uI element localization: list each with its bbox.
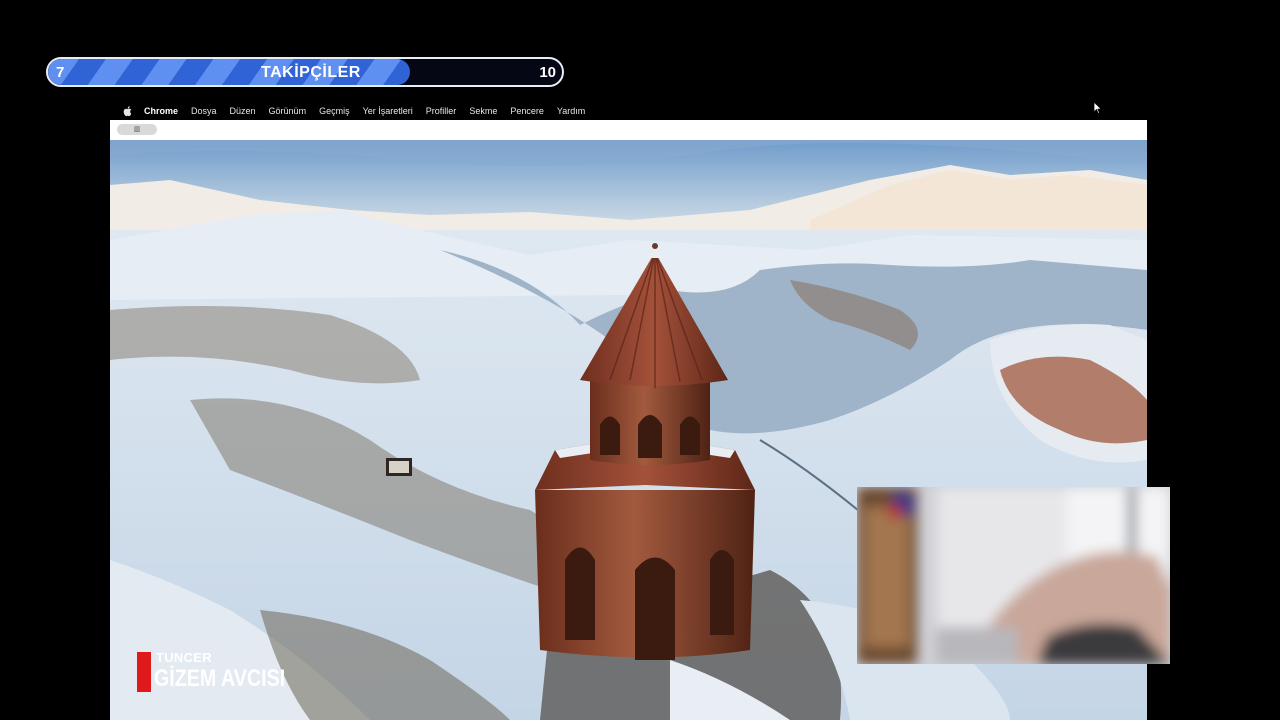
apple-icon[interactable]	[122, 105, 134, 117]
channel-logo: TUNCER GİZEM AVCISI	[137, 650, 287, 695]
menu-gorunum[interactable]: Görünüm	[269, 106, 307, 116]
menu-yardim[interactable]: Yardım	[557, 106, 585, 116]
menu-pencere[interactable]: Pencere	[510, 106, 544, 116]
webcam-overlay	[857, 487, 1170, 664]
logo-small-text: TUNCER	[156, 650, 212, 665]
webcam-feed	[857, 487, 1170, 664]
menu-yer-isaretleri[interactable]: Yer İşaretleri	[363, 106, 413, 116]
logo-red-bar	[137, 652, 151, 692]
menu-chrome[interactable]: Chrome	[144, 106, 178, 116]
follower-goal-bar: 7 TAKİPÇİLER 10	[46, 57, 564, 87]
goal-target-count: 10	[539, 64, 556, 81]
mouse-cursor-icon	[1093, 101, 1103, 115]
menu-profiller[interactable]: Profiller	[426, 106, 457, 116]
menu-sekme[interactable]: Sekme	[469, 106, 497, 116]
logo-big-text: GİZEM AVCISI	[154, 665, 286, 692]
menu-gecmis[interactable]: Geçmiş	[319, 106, 350, 116]
menu-dosya[interactable]: Dosya	[191, 106, 217, 116]
menu-duzen[interactable]: Düzen	[230, 106, 256, 116]
tab-grid-button[interactable]: ▥	[117, 124, 157, 135]
goal-title: TAKİPÇİLER	[261, 64, 361, 81]
tab-strip: ▥	[110, 120, 1147, 140]
goal-current-count: 7	[56, 64, 65, 81]
menu-bar: Chrome Dosya Düzen Görünüm Geçmiş Yer İş…	[110, 101, 1150, 121]
